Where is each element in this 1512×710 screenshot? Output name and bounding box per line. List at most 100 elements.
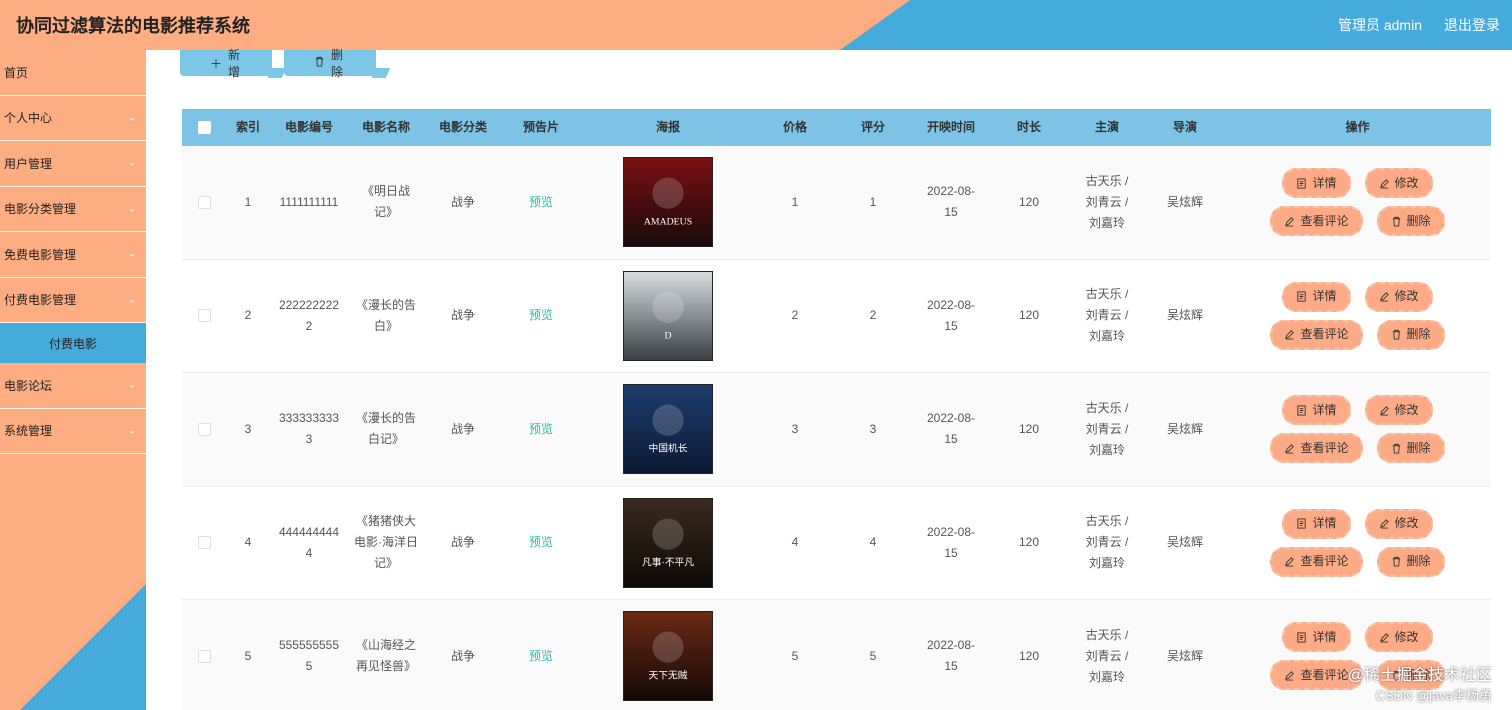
trailer-preview-link[interactable]: 预览 bbox=[529, 535, 553, 549]
view-comments-button[interactable]: 查看评论 bbox=[1270, 546, 1363, 577]
cell-index: 5 bbox=[244, 648, 252, 663]
edit-button[interactable]: 修改 bbox=[1364, 395, 1433, 426]
sidebar-subitem-paid-movie[interactable]: 付费电影 bbox=[0, 323, 146, 363]
detail-button-label: 详情 bbox=[1312, 516, 1337, 531]
edit-icon bbox=[1379, 292, 1389, 302]
add-button[interactable]: ＋ 新增 bbox=[180, 48, 272, 79]
cell-actors: 古天乐 / 刘青云 / 刘嘉玲 bbox=[1085, 627, 1129, 684]
trailer-preview-link[interactable]: 预览 bbox=[529, 308, 553, 322]
sidebar-item-paid-movies[interactable]: 付费电影管理 ⌄ bbox=[0, 278, 146, 323]
delete-button[interactable]: 删除 bbox=[284, 48, 376, 79]
cell-movie-no: 1111111111 bbox=[279, 194, 339, 209]
movie-poster[interactable]: 中国机长 bbox=[623, 384, 713, 475]
sidebar-item-label: 个人中心 bbox=[4, 111, 53, 126]
movie-poster[interactable]: 凡事·不平凡 bbox=[623, 497, 713, 588]
cell-actors: 古天乐 / 刘青云 / 刘嘉玲 bbox=[1085, 514, 1129, 571]
row-delete-button[interactable]: 删除 bbox=[1376, 206, 1445, 237]
row-delete-button[interactable]: 删除 bbox=[1376, 319, 1445, 350]
sidebar-item-personal-center[interactable]: 个人中心 ⌄ bbox=[0, 96, 146, 141]
watermark: @稀土掘金技术社区 CSDN @java李杨勇 bbox=[1348, 661, 1492, 704]
header-director: 导演 bbox=[1172, 120, 1197, 134]
movie-poster[interactable]: 天下无贼 bbox=[623, 611, 713, 702]
trailer-preview-link[interactable]: 预览 bbox=[529, 649, 553, 663]
cell-movie-no: 4444444444 bbox=[278, 524, 340, 560]
edit-button-label: 修改 bbox=[1394, 289, 1419, 304]
sidebar-item-user-management[interactable]: 用户管理 ⌄ bbox=[0, 141, 146, 187]
cell-duration: 120 bbox=[1018, 194, 1040, 209]
sidebar-item-home[interactable]: 首页 bbox=[0, 50, 146, 96]
poster-text: 凡事·不平凡 bbox=[642, 555, 694, 568]
cell-actors: 古天乐 / 刘青云 / 刘嘉玲 bbox=[1085, 287, 1129, 344]
cell-rating: 3 bbox=[869, 421, 877, 436]
cell-release-date: 2022-08-15 bbox=[926, 184, 976, 220]
row-checkbox[interactable] bbox=[197, 309, 211, 323]
sidebar-item-label: 免费电影管理 bbox=[4, 247, 77, 262]
row-delete-button-label: 删除 bbox=[1406, 327, 1431, 342]
detail-button[interactable]: 详情 bbox=[1282, 395, 1351, 426]
edit-icon bbox=[1379, 405, 1389, 416]
cell-release-date: 2022-08-15 bbox=[926, 297, 976, 333]
trailer-preview-link[interactable]: 预览 bbox=[529, 195, 553, 209]
trailer-preview-link[interactable]: 预览 bbox=[529, 422, 553, 436]
detail-button-label: 详情 bbox=[1312, 629, 1337, 644]
watermark-line2: CSDN @java李杨勇 bbox=[1375, 688, 1493, 703]
edit-button[interactable]: 修改 bbox=[1364, 281, 1433, 312]
view-comments-button-label: 查看评论 bbox=[1300, 327, 1349, 342]
detail-button[interactable]: 详情 bbox=[1282, 508, 1351, 539]
cell-rating: 1 bbox=[869, 194, 877, 209]
detail-button[interactable]: 详情 bbox=[1282, 622, 1351, 653]
view-comments-button-label: 查看评论 bbox=[1300, 213, 1349, 228]
row-checkbox[interactable] bbox=[197, 195, 211, 209]
row-delete-button[interactable]: 删除 bbox=[1376, 433, 1445, 464]
edit-icon bbox=[1285, 216, 1295, 227]
cell-price: 5 bbox=[791, 648, 799, 663]
view-comments-button[interactable]: 查看评论 bbox=[1270, 433, 1363, 464]
view-comments-button[interactable]: 查看评论 bbox=[1270, 319, 1363, 350]
edit-button[interactable]: 修改 bbox=[1364, 508, 1433, 539]
edit-button[interactable]: 修改 bbox=[1364, 622, 1433, 653]
cell-rating: 4 bbox=[869, 535, 877, 550]
sidebar-item-free-movies[interactable]: 免费电影管理 ⌄ bbox=[0, 232, 146, 278]
row-checkbox[interactable] bbox=[197, 649, 211, 663]
chevron-down-icon: ⌄ bbox=[127, 248, 136, 260]
detail-button[interactable]: 详情 bbox=[1282, 281, 1351, 312]
cell-category: 战争 bbox=[450, 535, 475, 550]
cell-movie-name: 《漫长的告白记》 bbox=[355, 411, 416, 447]
detail-button[interactable]: 详情 bbox=[1282, 168, 1351, 199]
edit-button-label: 修改 bbox=[1394, 516, 1419, 531]
detail-button-label: 详情 bbox=[1312, 289, 1337, 304]
chevron-down-icon: ⌄ bbox=[127, 294, 136, 306]
cell-movie-name: 《明日战记》 bbox=[361, 184, 410, 220]
header-operations: 操作 bbox=[1345, 120, 1370, 134]
edit-icon bbox=[1285, 443, 1295, 454]
movie-poster[interactable]: D bbox=[623, 270, 713, 361]
app-title: 协同过滤算法的电影推荐系统 bbox=[16, 16, 250, 36]
sidebar-blue-corner bbox=[20, 584, 146, 710]
table-header: 索引 电影编号 电影名称 电影分类 预告片 海报 价格 评分 开映时间 时长 主… bbox=[182, 109, 1491, 146]
poster-text: D bbox=[664, 330, 671, 341]
cell-director: 吴炫辉 bbox=[1166, 421, 1203, 436]
sidebar-item-category-management[interactable]: 电影分类管理 ⌄ bbox=[0, 187, 146, 232]
row-checkbox[interactable] bbox=[197, 422, 211, 436]
row-delete-button-label: 删除 bbox=[1406, 440, 1431, 455]
edit-button[interactable]: 修改 bbox=[1364, 168, 1433, 199]
logout-link[interactable]: 退出登录 bbox=[1444, 15, 1500, 35]
header-poster: 海报 bbox=[655, 120, 680, 134]
select-all-checkbox[interactable] bbox=[197, 121, 211, 134]
movie-poster[interactable]: AMADEUS bbox=[623, 157, 713, 248]
cell-rating: 5 bbox=[869, 648, 877, 663]
edit-icon bbox=[1285, 670, 1295, 681]
header-actors: 主演 bbox=[1094, 120, 1119, 134]
header-rating: 评分 bbox=[860, 120, 885, 134]
row-delete-button[interactable]: 删除 bbox=[1376, 546, 1445, 577]
row-checkbox[interactable] bbox=[197, 536, 211, 550]
cell-category: 战争 bbox=[450, 308, 475, 323]
edit-icon bbox=[1285, 557, 1295, 567]
sidebar-item-label: 系统管理 bbox=[4, 424, 53, 439]
sidebar-item-forum[interactable]: 电影论坛 ⌄ bbox=[0, 363, 146, 409]
detail-button-label: 详情 bbox=[1312, 175, 1337, 190]
sidebar-item-system[interactable]: 系统管理 ⌄ bbox=[0, 409, 146, 454]
header-movie-no: 电影编号 bbox=[284, 120, 333, 134]
view-comments-button[interactable]: 查看评论 bbox=[1270, 206, 1363, 237]
cell-price: 4 bbox=[791, 535, 799, 550]
